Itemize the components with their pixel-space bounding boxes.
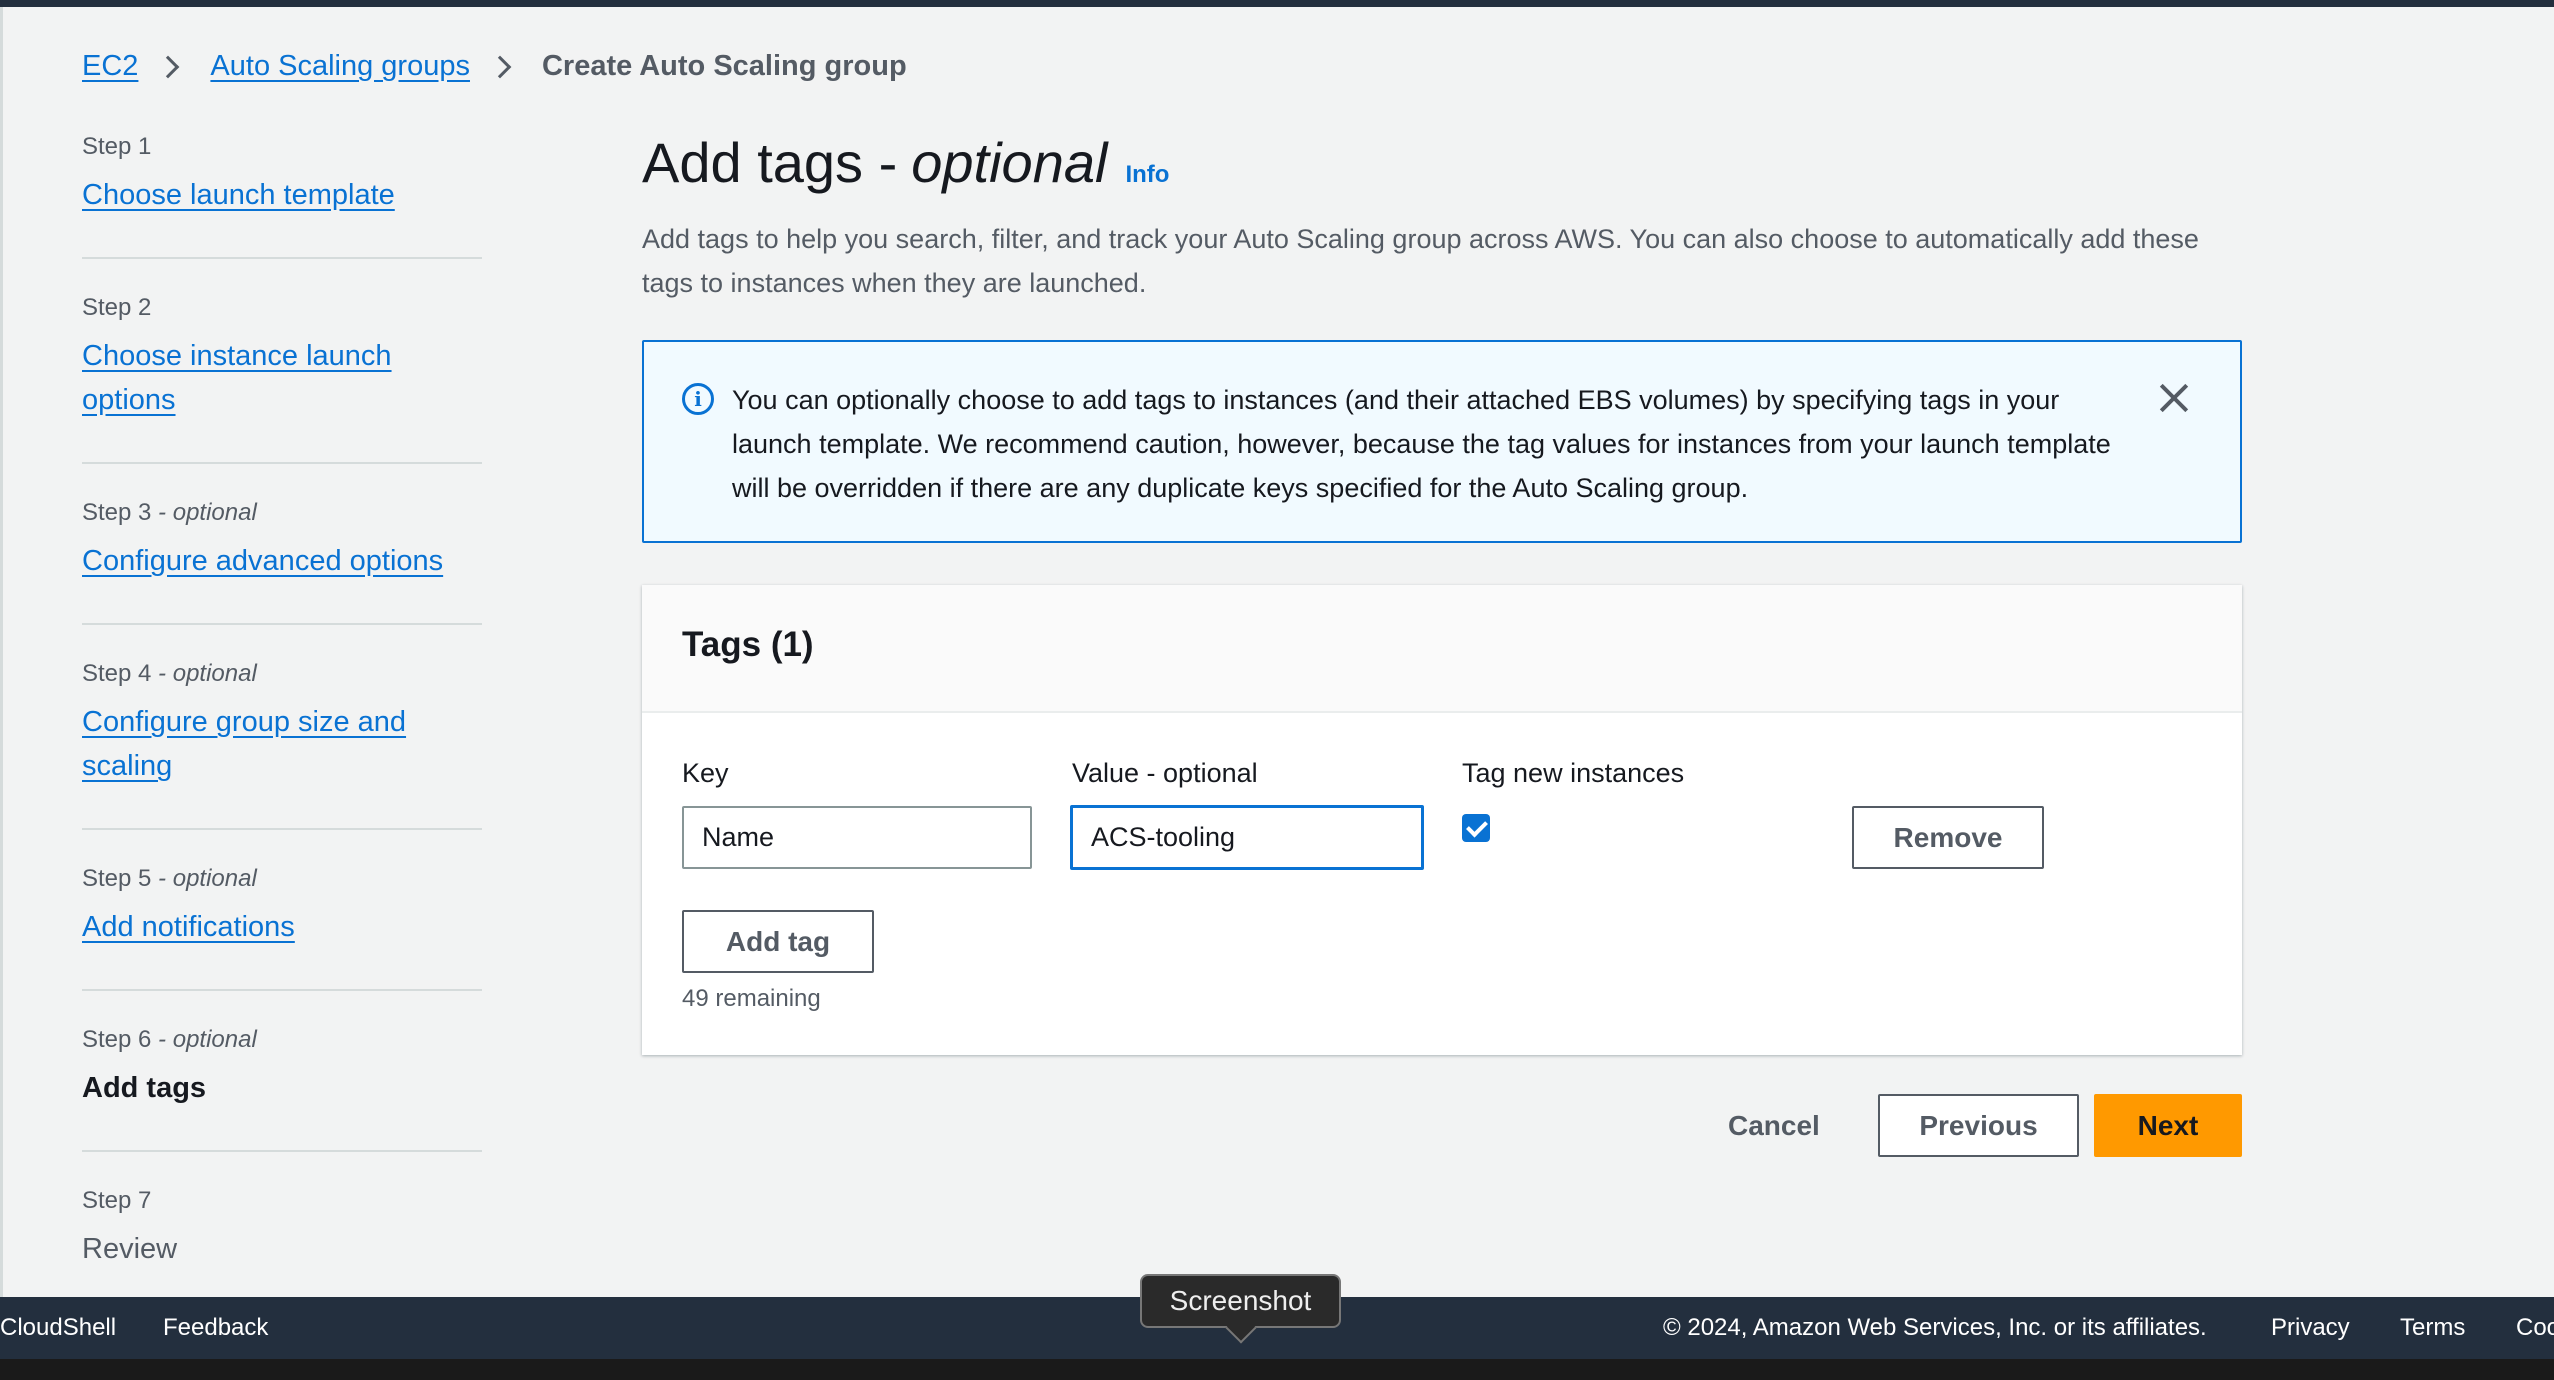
os-dock-strip [0, 1359, 2554, 1380]
feedback-link[interactable]: Feedback [163, 1314, 268, 1342]
cancel-button[interactable]: Cancel [1728, 1110, 1820, 1142]
info-alert: i You can optionally choose to add tags … [642, 340, 2242, 543]
tags-header: Tags (1) [642, 585, 2242, 713]
step-link-choose-instance-launch-options[interactable]: Choose instance launch options [82, 334, 482, 422]
step-label: Step 6 - optional [82, 1026, 257, 1053]
step-3: Step 3 - optional Configure advanced opt… [82, 494, 482, 625]
step-4: Step 4 - optional Configure group size a… [82, 655, 482, 830]
step-2: Step 2 Choose instance launch options [82, 289, 482, 464]
tag-new-instances-label: Tag new instances [1462, 758, 1685, 788]
wizard-steps-nav: Step 1 Choose launch template Step 2 Cho… [82, 128, 482, 1341]
privacy-link[interactable]: Privacy [2271, 1314, 2350, 1342]
copyright-text: © 2024, Amazon Web Services, Inc. or its… [1663, 1314, 2207, 1341]
main-content: Add tags - optional Info Add tags to hel… [642, 130, 2242, 305]
next-button[interactable]: Next [2094, 1094, 2242, 1157]
step-6: Step 6 - optional Add tags [82, 1021, 482, 1152]
terms-link[interactable]: Terms [2400, 1314, 2465, 1342]
step-label: Step 2 [82, 294, 152, 321]
info-circle-icon: i [682, 383, 714, 415]
value-label: Value - optional [1072, 758, 1258, 788]
tags-container: Tags (1) Key Value - optional Tag new in… [642, 585, 2242, 1055]
page-title: Add tags - optional Info [642, 131, 1170, 194]
step-label: Step 7 [82, 1187, 152, 1214]
step-label: Step 4 - optional [82, 660, 257, 687]
step-link-configure-advanced-options[interactable]: Configure advanced options [82, 539, 443, 583]
alert-text: You can optionally choose to add tags to… [732, 385, 2111, 503]
screenshot-tooltip: Screenshot [1140, 1274, 1341, 1328]
chevron-right-icon [488, 55, 512, 78]
step-1: Step 1 Choose launch template [82, 128, 482, 259]
breadcrumb-ec2[interactable]: EC2 [82, 50, 138, 83]
cookie-preferences-link[interactable]: Coo [2516, 1314, 2554, 1342]
step-link-add-notifications[interactable]: Add notifications [82, 905, 295, 949]
cloudshell-link[interactable]: CloudShell [0, 1314, 116, 1342]
step-label: Step 1 [82, 133, 152, 160]
remove-tag-button[interactable]: Remove [1852, 806, 2044, 869]
close-icon[interactable] [2156, 380, 2192, 416]
top-bar [0, 0, 2554, 7]
step-5: Step 5 - optional Add notifications [82, 860, 482, 991]
key-label: Key [682, 758, 729, 788]
step-review: Review [82, 1233, 178, 1265]
previous-button[interactable]: Previous [1878, 1094, 2079, 1157]
left-edge-divider [0, 7, 3, 1297]
step-label: Step 3 - optional [82, 499, 257, 526]
tags-title: Tags (1) [682, 625, 814, 664]
step-current-add-tags: Add tags [82, 1072, 207, 1104]
step-link-configure-group-size[interactable]: Configure group size and scaling [82, 700, 412, 788]
chevron-right-icon [157, 55, 180, 78]
page-description: Add tags to help you search, filter, and… [642, 224, 2199, 298]
tag-value-input[interactable] [1070, 805, 1424, 870]
breadcrumb-auto-scaling-groups[interactable]: Auto Scaling groups [210, 50, 470, 83]
tags-remaining-count: 49 remaining [682, 985, 821, 1012]
breadcrumb-current: Create Auto Scaling group [541, 50, 907, 82]
step-7: Step 7 Review [82, 1182, 482, 1311]
step-link-choose-launch-template[interactable]: Choose launch template [82, 173, 395, 217]
add-tag-button[interactable]: Add tag [682, 910, 874, 973]
info-link[interactable]: Info [1125, 161, 1169, 189]
tag-key-input[interactable] [682, 806, 1032, 869]
step-label: Step 5 - optional [82, 865, 257, 892]
breadcrumb: EC2 Auto Scaling groups Create Auto Scal… [82, 50, 907, 83]
tag-new-instances-checkbox[interactable] [1462, 814, 1490, 842]
